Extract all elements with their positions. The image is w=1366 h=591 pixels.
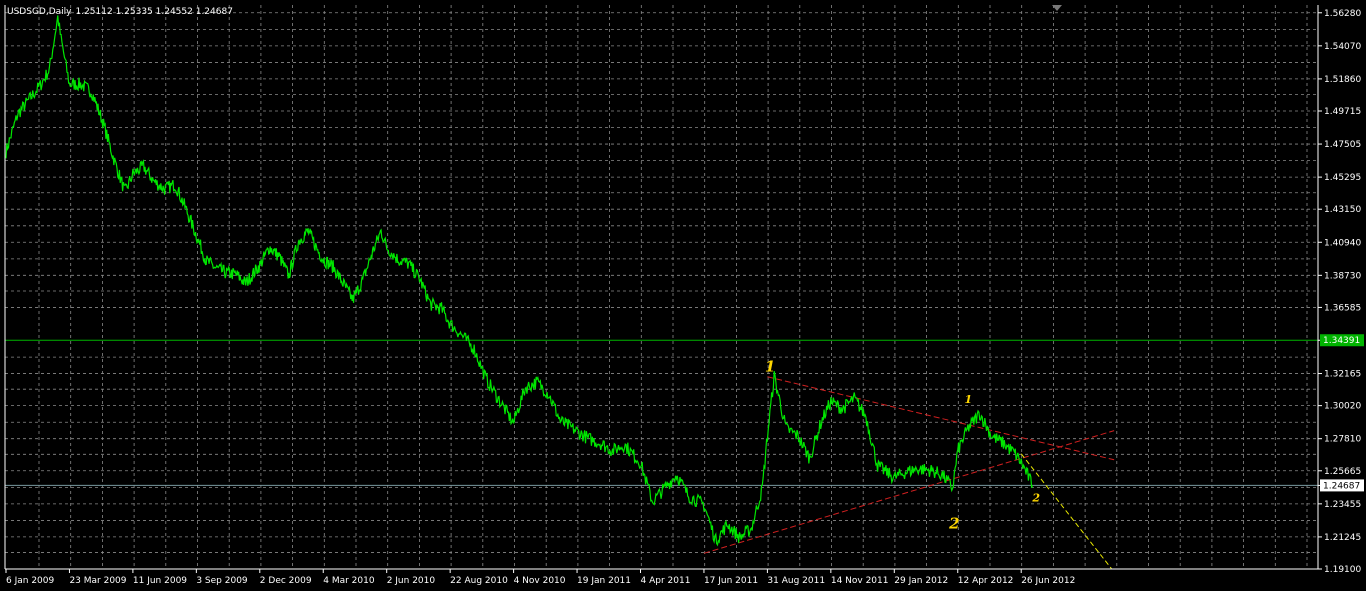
y-tick-label: 1.40940 (1324, 238, 1361, 248)
y-tick-label: 1.27810 (1324, 435, 1361, 445)
x-tick-label: 3 Sep 2009 (196, 576, 248, 586)
y-tick-label: 1.19100 (1324, 565, 1361, 575)
x-tick-label: 22 Aug 2010 (450, 576, 508, 586)
y-tick-label: 1.23455 (1324, 500, 1361, 510)
x-tick-label: 17 Jun 2011 (704, 576, 758, 586)
y-tick-label: 1.34391 (1323, 336, 1360, 346)
y-tick-label: 1.24687 (1323, 481, 1360, 491)
x-tick-label: 2 Jun 2010 (387, 576, 436, 586)
y-tick-label: 1.36585 (1324, 303, 1361, 313)
x-tick-label: 4 Nov 2010 (514, 576, 566, 586)
wave-label: 2 (948, 515, 959, 533)
y-tick-label: 1.49715 (1324, 107, 1361, 117)
x-tick-label: 29 Jan 2012 (894, 576, 948, 586)
ohlc-values: 1.25112 1.25335 1.24552 1.24687 (75, 7, 232, 17)
x-tick-label: 19 Jan 2011 (577, 576, 631, 586)
symbol-header: USDSGD,Daily 1.25112 1.25335 1.24552 1.24… (7, 7, 233, 17)
y-tick-label: 1.43150 (1324, 205, 1361, 215)
wave-label: 1 (765, 358, 775, 376)
x-tick-label: 2 Dec 2009 (260, 576, 312, 586)
x-tick-label: 11 Jun 2009 (133, 576, 187, 586)
y-tick-label: 1.56280 (1324, 9, 1361, 19)
y-tick-label: 1.51860 (1324, 75, 1361, 85)
x-tick-label: 4 Apr 2011 (641, 576, 691, 586)
price-chart[interactable]: 1 1 2 2 1.56280 1.54070 1.51860 1.49715 1.47505… (0, 0, 1366, 591)
y-tick-label: 1.54070 (1324, 42, 1361, 52)
chart-window: 1 1 2 2 1.56280 1.54070 1.51860 1.49715 1.47505… (0, 0, 1366, 591)
x-tick-label: 6 Jan 2009 (6, 576, 54, 586)
x-tick-label: 4 Mar 2010 (323, 576, 375, 586)
x-tick-label: 14 Nov 2011 (831, 576, 889, 586)
y-tick-label: 1.21245 (1324, 533, 1361, 543)
x-tick-label: 31 Aug 2011 (767, 576, 825, 586)
y-tick-label: 1.45295 (1324, 173, 1361, 183)
x-tick-label: 26 Jun 2012 (1021, 576, 1075, 586)
y-tick-label: 1.30020 (1324, 402, 1361, 412)
y-tick-label: 1.38730 (1324, 271, 1361, 281)
x-tick-label: 23 Mar 2009 (69, 576, 126, 586)
x-tick-label: 12 Apr 2012 (958, 576, 1014, 586)
symbol-label: USDSGD,Daily (7, 7, 72, 17)
y-tick-label: 1.25665 (1324, 467, 1361, 477)
wave-label: 1 (965, 393, 973, 406)
y-tick-label: 1.47505 (1324, 140, 1361, 150)
wave-label: 2 (1031, 492, 1040, 505)
y-tick-label: 1.32165 (1324, 370, 1361, 380)
chart-background (0, 0, 1366, 591)
